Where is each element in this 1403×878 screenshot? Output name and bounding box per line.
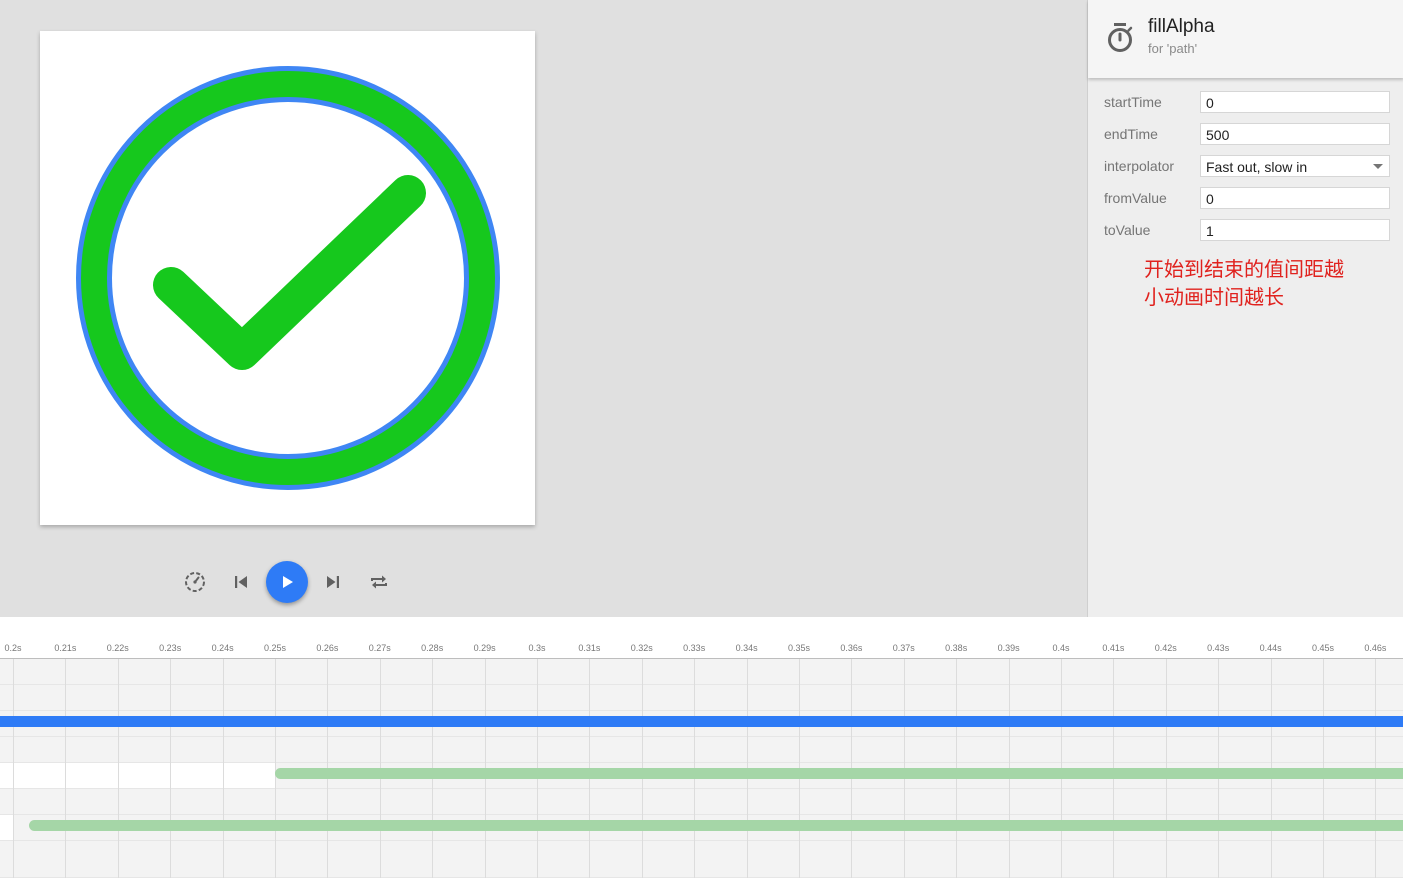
inspector-header: fillAlpha for 'path' [1088, 0, 1403, 78]
annotation-note: 开始到结束的值间距越 小动画时间越长 [1144, 257, 1344, 309]
time-gridline [13, 659, 14, 878]
skip-next-icon [327, 576, 339, 588]
timeline-panel[interactable]: 0.2s 0.21s 0.22s 0.23s 0.24s 0.25s 0.26s 0.27s 0… [0, 617, 1403, 878]
time-tick-label: 0.4s [1052, 643, 1070, 653]
animation-block-bar[interactable] [29, 820, 1403, 831]
time-tick-label: 0.22s [106, 643, 129, 653]
time-gridline [222, 659, 224, 878]
time-tick-label: 0.31s [578, 643, 601, 653]
preview-stage [0, 0, 1086, 617]
interpolator-value: Fast out, slow in [1206, 159, 1308, 175]
starttime-input[interactable]: 0 [1200, 91, 1390, 113]
time-tick-label: 0.27s [368, 643, 391, 653]
skip-next-button[interactable] [311, 560, 355, 604]
time-gridline [117, 659, 119, 878]
repeat-button[interactable] [357, 560, 401, 604]
time-tick-label: 0.25s [263, 643, 287, 653]
time-tick-label: 0.28s [421, 643, 444, 653]
time-tick-label: 0.39s [997, 643, 1020, 653]
field-label: interpolator [1104, 158, 1175, 174]
fromvalue-input[interactable]: 0 [1200, 187, 1390, 209]
time-tick-label: 0.34s [735, 643, 758, 653]
time-ruler[interactable]: 0.2s 0.21s 0.22s 0.23s 0.24s 0.25s 0.26s 0.27s 0… [0, 617, 1403, 659]
time-tick-label: 0.38s [945, 643, 968, 653]
field-label: endTime [1104, 126, 1158, 142]
time-tick-label: 0.23s [159, 643, 182, 653]
field-fromvalue: fromValue 0 [1088, 187, 1403, 211]
property-target: for 'path' [1148, 41, 1198, 56]
play-button[interactable] [266, 561, 308, 603]
skip-previous-icon [235, 576, 247, 588]
time-tick-label: 0.45s [1311, 643, 1335, 653]
time-tick-label: 0.32s [630, 643, 653, 653]
field-interpolator: interpolator Fast out, slow in [1088, 155, 1403, 179]
time-tick-label: 0.36s [840, 643, 863, 653]
time-tick-label: 0.46s [1364, 643, 1387, 653]
dropdown-arrow-icon [1373, 164, 1383, 169]
interpolator-select[interactable]: Fast out, slow in [1200, 155, 1390, 177]
time-tick-label: 0.3s [528, 643, 546, 653]
field-label: startTime [1104, 94, 1162, 110]
speed-icon [185, 572, 205, 592]
time-tick-label: 0.33s [683, 643, 706, 653]
circle-ring-shape [81, 71, 495, 485]
skip-previous-button[interactable] [219, 560, 263, 604]
time-tick-label: 0.41s [1102, 643, 1125, 653]
property-inspector: fillAlpha for 'path' startTime 0 endTime… [1087, 0, 1403, 617]
vector-canvas[interactable] [40, 31, 535, 525]
animation-block-bar[interactable] [0, 716, 1403, 727]
checkmark-shape [153, 175, 426, 370]
time-tick-label: 0.2s [4, 643, 22, 653]
animation-block-bar[interactable] [275, 768, 1403, 779]
time-tick-label: 0.43s [1207, 643, 1230, 653]
checkmark-drawing [76, 66, 500, 490]
time-gridline [65, 659, 67, 878]
endtime-input[interactable]: 500 [1200, 123, 1390, 145]
tovalue-input[interactable]: 1 [1200, 219, 1390, 241]
field-endtime: endTime 500 [1088, 123, 1403, 147]
time-tick-label: 0.42s [1154, 643, 1177, 653]
time-tick-label: 0.21s [54, 643, 77, 653]
field-label: fromValue [1104, 190, 1167, 206]
playback-controls [0, 560, 1086, 604]
time-tick-label: 0.35s [787, 643, 811, 653]
property-title: fillAlpha [1148, 16, 1215, 37]
time-gridline [170, 659, 172, 878]
time-tick-label: 0.24s [211, 643, 234, 653]
time-tick-label: 0.44s [1259, 643, 1282, 653]
time-tick-label: 0.26s [316, 643, 339, 653]
field-label: toValue [1104, 222, 1151, 238]
field-starttime: startTime 0 [1088, 91, 1403, 115]
time-tick-label: 0.37s [892, 643, 915, 653]
play-icon [283, 576, 293, 588]
repeat-icon [371, 575, 387, 589]
timer-icon [1108, 23, 1133, 52]
speed-button[interactable] [173, 560, 217, 604]
field-tovalue: toValue 1 [1088, 219, 1403, 243]
time-tick-label: 0.29s [473, 643, 496, 653]
